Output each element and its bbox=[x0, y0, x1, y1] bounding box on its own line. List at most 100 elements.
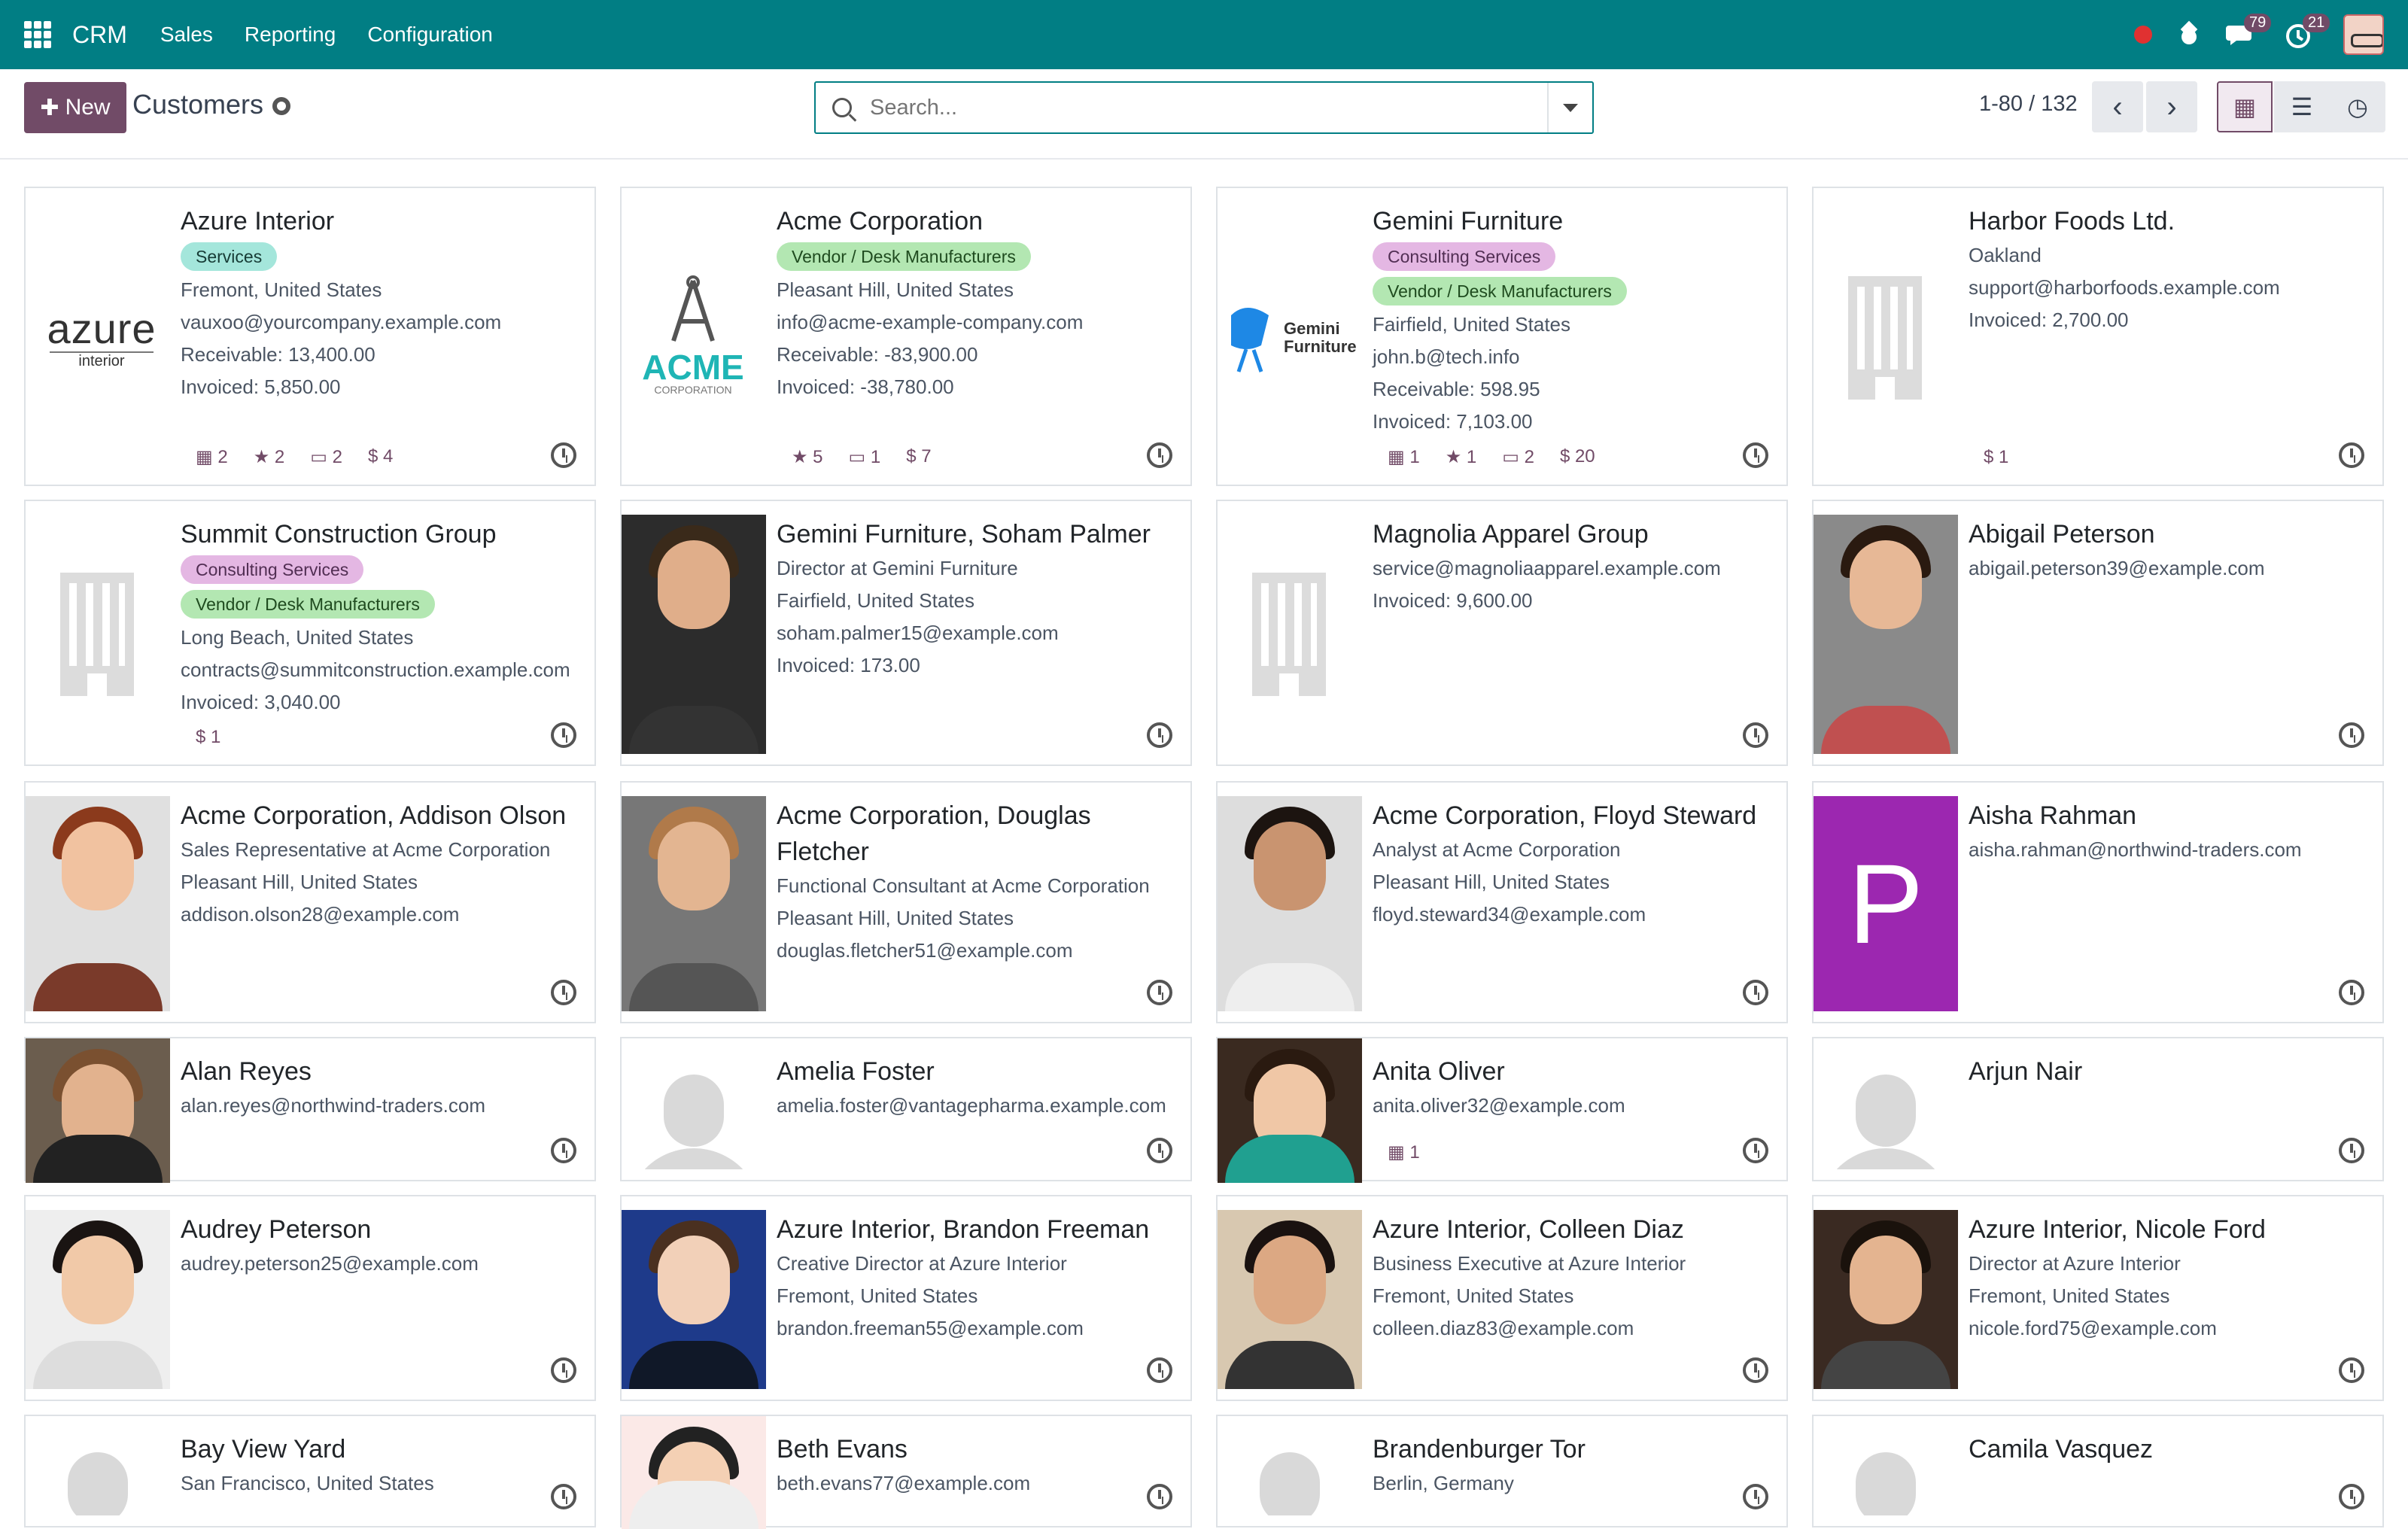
stat-button[interactable]: ★ 5 bbox=[792, 446, 823, 468]
contact-photo bbox=[622, 796, 766, 1011]
kanban-card[interactable]: Acme Corporation, Douglas Fletcher Functi… bbox=[620, 781, 1192, 1023]
stat-button[interactable]: ▦ 1 bbox=[1388, 446, 1420, 468]
stat-button[interactable]: ▭ 2 bbox=[1502, 446, 1534, 468]
stat-button[interactable]: ▭ 2 bbox=[310, 446, 342, 468]
person-placeholder-icon bbox=[622, 1052, 766, 1169]
activity-clock-icon[interactable] bbox=[1147, 980, 1172, 1005]
activity-clock-icon[interactable] bbox=[1147, 1484, 1172, 1509]
company-logo: ACME CORPORATION bbox=[637, 275, 749, 396]
kanban-view-button[interactable]: ▦ bbox=[2217, 81, 2273, 132]
card-field: abigail.peterson39@example.com bbox=[1969, 557, 2265, 579]
card-stats: ▦ 1 bbox=[1388, 1141, 1420, 1163]
kanban-card[interactable]: Audrey Peterson audrey.peterson25@example… bbox=[24, 1195, 596, 1401]
activity-clock-icon[interactable] bbox=[551, 1138, 576, 1163]
kanban-card[interactable]: Brandenburger Tor Berlin, Germany bbox=[1216, 1415, 1788, 1527]
activity-clock-icon[interactable] bbox=[1147, 442, 1172, 468]
kanban-card[interactable]: Arjun Nair bbox=[1812, 1037, 2384, 1181]
activity-clock-icon[interactable] bbox=[1743, 1484, 1768, 1509]
activity-clock-icon[interactable] bbox=[1743, 1138, 1768, 1163]
activity-clock-icon[interactable] bbox=[1743, 722, 1768, 748]
activity-clock-icon[interactable] bbox=[1743, 442, 1768, 468]
stat-button[interactable]: $ 1 bbox=[196, 727, 220, 748]
kanban-card[interactable]: Acme Corporation, Floyd Steward Analyst a… bbox=[1216, 781, 1788, 1023]
card-name: Summit Construction Group bbox=[181, 520, 497, 549]
contact-photo bbox=[1218, 1210, 1362, 1389]
activity-view-button[interactable]: ◷ bbox=[2330, 81, 2385, 132]
menu-sales[interactable]: Sales bbox=[160, 23, 213, 47]
new-button[interactable]: ✚ New bbox=[24, 82, 126, 133]
user-avatar[interactable] bbox=[2343, 14, 2384, 55]
activity-clock-icon[interactable] bbox=[551, 442, 576, 468]
stat-button[interactable]: $ 20 bbox=[1560, 446, 1595, 468]
menu-configuration[interactable]: Configuration bbox=[367, 23, 493, 47]
kanban-card[interactable]: Camila Vasquez bbox=[1812, 1415, 2384, 1527]
company-logo: Gemini Furniture bbox=[1224, 300, 1359, 375]
pager-value[interactable]: 1-80 / 132 bbox=[1979, 92, 2078, 117]
activity-clock-icon[interactable] bbox=[2339, 722, 2364, 748]
kanban-card[interactable]: Alan Reyes alan.reyes@northwind-traders.c… bbox=[24, 1037, 596, 1183]
search-input[interactable] bbox=[870, 95, 1510, 120]
messages-badge: 79 bbox=[2244, 14, 2272, 32]
activity-clock-icon[interactable] bbox=[551, 980, 576, 1005]
kanban-card[interactable]: Gemini Furniture Gemini Furniture Consultin… bbox=[1216, 187, 1788, 486]
kanban-card[interactable]: Anita Oliver anita.oliver32@example.com ▦ … bbox=[1216, 1037, 1788, 1183]
activity-clock-icon[interactable] bbox=[1147, 1138, 1172, 1163]
stat-button[interactable]: ★ 1 bbox=[1446, 446, 1477, 468]
card-field: Fairfield, United States bbox=[777, 589, 975, 612]
plus-icon: ✚ bbox=[40, 95, 59, 120]
pager-previous-button[interactable]: ‹ bbox=[2092, 81, 2143, 132]
card-field: service@magnoliaapparel.example.com bbox=[1373, 557, 1721, 579]
activity-clock-icon[interactable] bbox=[2339, 1484, 2364, 1509]
kanban-card[interactable]: Summit Construction Group Consulting Serv… bbox=[24, 500, 596, 766]
menu-reporting[interactable]: Reporting bbox=[245, 23, 336, 47]
kanban-card[interactable]: azure interior Azure Interior Services Fremo… bbox=[24, 187, 596, 486]
activity-clock-icon[interactable] bbox=[1147, 1357, 1172, 1383]
kanban-card[interactable]: Amelia Foster amelia.foster@vantagepharma… bbox=[620, 1037, 1192, 1181]
messages-icon[interactable]: 79 bbox=[2226, 14, 2272, 47]
activity-clock-icon[interactable] bbox=[551, 1357, 576, 1383]
kanban-card[interactable]: Bay View Yard San Francisco, United State… bbox=[24, 1415, 596, 1527]
app-name[interactable]: CRM bbox=[72, 21, 127, 49]
card-field: Functional Consultant at Acme Corporatio… bbox=[777, 874, 1150, 897]
activity-clock-icon[interactable] bbox=[1743, 1357, 1768, 1383]
activity-clock-icon[interactable] bbox=[2339, 442, 2364, 468]
gear-icon[interactable] bbox=[272, 97, 291, 116]
tag-badge: Vendor / Desk Manufacturers bbox=[1373, 277, 1627, 305]
stat-button[interactable]: ▦ 1 bbox=[1388, 1141, 1420, 1163]
contact-photo bbox=[622, 1210, 766, 1389]
kanban-card[interactable]: ACME CORPORATION Acme Corporation Vendor / … bbox=[620, 187, 1192, 486]
pager-next-button[interactable]: › bbox=[2146, 81, 2197, 132]
card-field: info@acme-example-company.com bbox=[777, 311, 1084, 333]
kanban-card[interactable]: Azure Interior, Brandon Freeman Creative … bbox=[620, 1195, 1192, 1401]
stat-button[interactable]: $ 4 bbox=[368, 446, 393, 468]
activities-icon[interactable]: 21 bbox=[2285, 14, 2330, 48]
kanban-card[interactable]: Acme Corporation, Addison Olson Sales Rep… bbox=[24, 781, 596, 1023]
stat-button[interactable]: $ 7 bbox=[906, 446, 931, 468]
card-stats: $ 1 bbox=[1984, 447, 2008, 468]
list-view-button[interactable]: ☰ bbox=[2274, 81, 2330, 132]
stat-button[interactable]: $ 1 bbox=[1984, 447, 2008, 468]
stat-button[interactable]: ▭ 1 bbox=[849, 446, 881, 468]
record-icon[interactable] bbox=[2134, 26, 2152, 44]
activity-clock-icon[interactable] bbox=[1147, 722, 1172, 748]
activity-clock-icon[interactable] bbox=[551, 722, 576, 748]
activity-clock-icon[interactable] bbox=[551, 1484, 576, 1509]
kanban-card[interactable]: P Aisha Rahman aisha.rahman@northwind-trad… bbox=[1812, 781, 2384, 1023]
kanban-card[interactable]: Azure Interior, Colleen Diaz Business Exe… bbox=[1216, 1195, 1788, 1401]
activity-clock-icon[interactable] bbox=[2339, 1138, 2364, 1163]
drop-icon[interactable] bbox=[2181, 23, 2197, 46]
activity-clock-icon[interactable] bbox=[1743, 980, 1768, 1005]
stat-button[interactable]: ★ 2 bbox=[254, 446, 285, 468]
search-options-toggle[interactable] bbox=[1547, 83, 1592, 132]
kanban-card[interactable]: Beth Evans beth.evans77@example.com bbox=[620, 1415, 1192, 1529]
kanban-card[interactable]: Harbor Foods Ltd. Oakland support@harborfo… bbox=[1812, 187, 2384, 486]
activity-clock-icon[interactable] bbox=[2339, 1357, 2364, 1383]
stat-button[interactable]: ▦ 2 bbox=[196, 446, 228, 468]
apps-menu-icon[interactable] bbox=[24, 21, 51, 48]
kanban-card[interactable]: Azure Interior, Nicole Ford Director at A… bbox=[1812, 1195, 2384, 1401]
kanban-card[interactable]: Gemini Furniture, Soham Palmer Director a… bbox=[620, 500, 1192, 766]
kanban-card[interactable]: Magnolia Apparel Group service@magnoliaap… bbox=[1216, 500, 1788, 766]
search-bar[interactable] bbox=[814, 81, 1594, 134]
kanban-card[interactable]: Abigail Peterson abigail.peterson39@examp… bbox=[1812, 500, 2384, 766]
activity-clock-icon[interactable] bbox=[2339, 980, 2364, 1005]
